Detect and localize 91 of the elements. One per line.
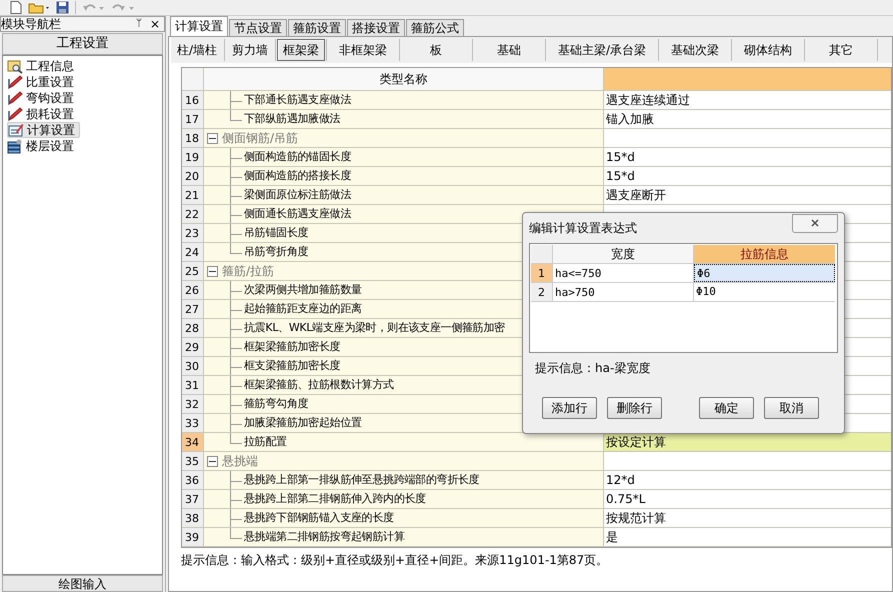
group-label: 悬挑端 bbox=[222, 453, 258, 470]
hint-text: 提示信息：输入格式：级别+直径或级别+直径+间距。来源11g101-1第87页。 bbox=[181, 552, 610, 569]
sub-tab[interactable]: 框架梁 bbox=[277, 39, 326, 61]
setting-value[interactable]: 15*d bbox=[604, 148, 891, 166]
nav-item[interactable]: 计算设置 bbox=[7, 122, 80, 138]
setting-name: 侧面构造筋的锚固长度 bbox=[244, 148, 352, 165]
dialog-title: 编辑计算设置表达式 bbox=[529, 220, 638, 237]
sub-tab[interactable]: 非框架梁 bbox=[328, 39, 398, 61]
sub-tab[interactable]: 剪力墙 bbox=[226, 39, 274, 61]
setting-name: 吊筋锚固长度 bbox=[244, 224, 308, 241]
panel-title: 模块导航栏 bbox=[1, 18, 62, 30]
close-button[interactable] bbox=[792, 214, 838, 232]
setting-name: 拉筋配置 bbox=[244, 434, 287, 450]
setting-name: 框架梁箍筋、拉筋根数计算方式 bbox=[244, 376, 394, 393]
setting-name: 悬挑跨下部钢筋锚入支座的长度 bbox=[244, 510, 394, 526]
setting-name: 悬挑跨上部第一排纵筋伸至悬挑跨端部的弯折长度 bbox=[244, 472, 480, 488]
setting-name: 框支梁箍筋加密长度 bbox=[244, 358, 340, 374]
setting-value[interactable]: 15*d bbox=[604, 167, 891, 185]
nav-item[interactable]: 弯钩设置 bbox=[7, 90, 78, 106]
table-cell[interactable]: ha>750 bbox=[553, 283, 694, 301]
setting-name: 抗震KL、WKL端支座为梁时，则在该支座一侧箍筋加密 bbox=[244, 320, 505, 336]
sub-tab[interactable]: 基础次梁 bbox=[660, 39, 730, 61]
sub-tab[interactable]: 其它 bbox=[806, 39, 876, 61]
row-number: 34 bbox=[182, 433, 204, 451]
section-header[interactable]: 工程设置 bbox=[2, 33, 163, 55]
column-header: 拉筋信息 bbox=[694, 245, 835, 264]
dialog-button[interactable]: 添加行 bbox=[542, 397, 597, 419]
form-icon bbox=[8, 122, 24, 138]
tab[interactable]: 箍筋设置 bbox=[288, 19, 346, 36]
nav-item[interactable]: 楼层设置 bbox=[7, 138, 78, 154]
setting-value[interactable]: 12*d bbox=[604, 471, 891, 489]
save-icon[interactable] bbox=[56, 1, 69, 14]
column-header: 类型名称 bbox=[204, 68, 604, 90]
pencil-icon bbox=[7, 74, 23, 90]
new-file-icon[interactable] bbox=[10, 1, 22, 14]
row-number: 1 bbox=[531, 264, 553, 282]
setting-value[interactable]: 0.75*L bbox=[604, 490, 891, 508]
magnifier-folder-icon bbox=[7, 58, 23, 74]
sub-tab[interactable]: 柱/墙柱 bbox=[171, 39, 224, 61]
setting-value[interactable]: 按设定计算 bbox=[604, 433, 891, 451]
dialog-button[interactable]: 删除行 bbox=[607, 397, 662, 419]
setting-name: 下部纵筋遇加腋做法 bbox=[244, 110, 340, 127]
pencil-icon bbox=[7, 106, 23, 122]
nav-item[interactable]: 比重设置 bbox=[7, 74, 78, 90]
sub-tab[interactable]: 板 bbox=[401, 39, 472, 61]
table-cell[interactable]: Φ6 bbox=[694, 264, 835, 282]
tab[interactable]: 搭接设置 bbox=[347, 19, 405, 36]
nav-item[interactable]: 损耗设置 bbox=[7, 106, 78, 122]
setting-name: 梁侧面原位标注筋做法 bbox=[244, 186, 352, 203]
sub-tab[interactable]: 基础 bbox=[474, 39, 544, 61]
tab[interactable]: 节点设置 bbox=[229, 19, 287, 36]
section-header[interactable]: 绘图输入 bbox=[2, 575, 163, 592]
group-label: 侧面钢筋/吊筋 bbox=[222, 130, 298, 147]
group-label: 箍筋/拉筋 bbox=[222, 263, 274, 280]
setting-name: 吊筋弯折角度 bbox=[244, 244, 308, 260]
tab[interactable]: 箍筋公式 bbox=[406, 19, 464, 36]
setting-value[interactable]: 是 bbox=[604, 528, 891, 546]
pencil-icon bbox=[7, 90, 23, 106]
setting-name: 悬挑端第二排钢筋按弯起钢筋计算 bbox=[244, 528, 405, 545]
row-number: 2 bbox=[531, 283, 553, 301]
setting-value[interactable]: 锚入加腋 bbox=[604, 110, 891, 128]
close-icon bbox=[811, 219, 819, 227]
layers-icon bbox=[7, 138, 23, 154]
dialog-hint: 提示信息：ha-梁宽度 bbox=[535, 360, 650, 377]
collapse-toggle[interactable] bbox=[207, 266, 218, 276]
setting-value[interactable]: 按规范计算 bbox=[604, 509, 891, 527]
nav-item[interactable]: 工程信息 bbox=[7, 58, 78, 74]
dialog-button[interactable]: 确定 bbox=[699, 397, 754, 419]
setting-value[interactable]: 遇支座连续通过 bbox=[604, 91, 891, 109]
setting-value[interactable]: 遇支座断开 bbox=[604, 186, 891, 204]
header-corner bbox=[531, 245, 553, 264]
tab[interactable]: 计算设置 bbox=[170, 16, 228, 36]
table-cell[interactable]: Φ10 bbox=[694, 283, 835, 301]
close-button[interactable]: × bbox=[150, 18, 160, 30]
setting-name: 箍筋弯勾角度 bbox=[244, 396, 308, 412]
pin-button[interactable]: ᛘ bbox=[136, 19, 142, 29]
collapse-toggle[interactable] bbox=[207, 132, 218, 144]
setting-name: 侧面通长筋遇支座做法 bbox=[244, 206, 352, 222]
setting-name: 加腋梁箍筋加密起始位置 bbox=[244, 414, 362, 431]
column-header: 宽度 bbox=[553, 245, 694, 264]
folder-icon[interactable] bbox=[28, 1, 50, 14]
setting-name: 侧面构造筋的搭接长度 bbox=[244, 168, 352, 184]
sub-tab[interactable]: 基础主梁/承台梁 bbox=[547, 39, 658, 61]
collapse-toggle[interactable] bbox=[207, 456, 218, 466]
setting-name: 框架梁箍筋加密长度 bbox=[244, 338, 340, 355]
dialog-button[interactable]: 取消 bbox=[764, 397, 819, 419]
setting-name: 起始箍筋距支座边的距离 bbox=[244, 300, 362, 317]
setting-name: 悬挑跨上部第二排钢筋伸入跨内的长度 bbox=[244, 490, 426, 507]
sub-tab[interactable]: 砌体结构 bbox=[733, 39, 804, 61]
setting-name: 次梁两侧共增加箍筋数量 bbox=[244, 282, 362, 298]
setting-name: 下部通长筋遇支座做法 bbox=[244, 92, 352, 108]
